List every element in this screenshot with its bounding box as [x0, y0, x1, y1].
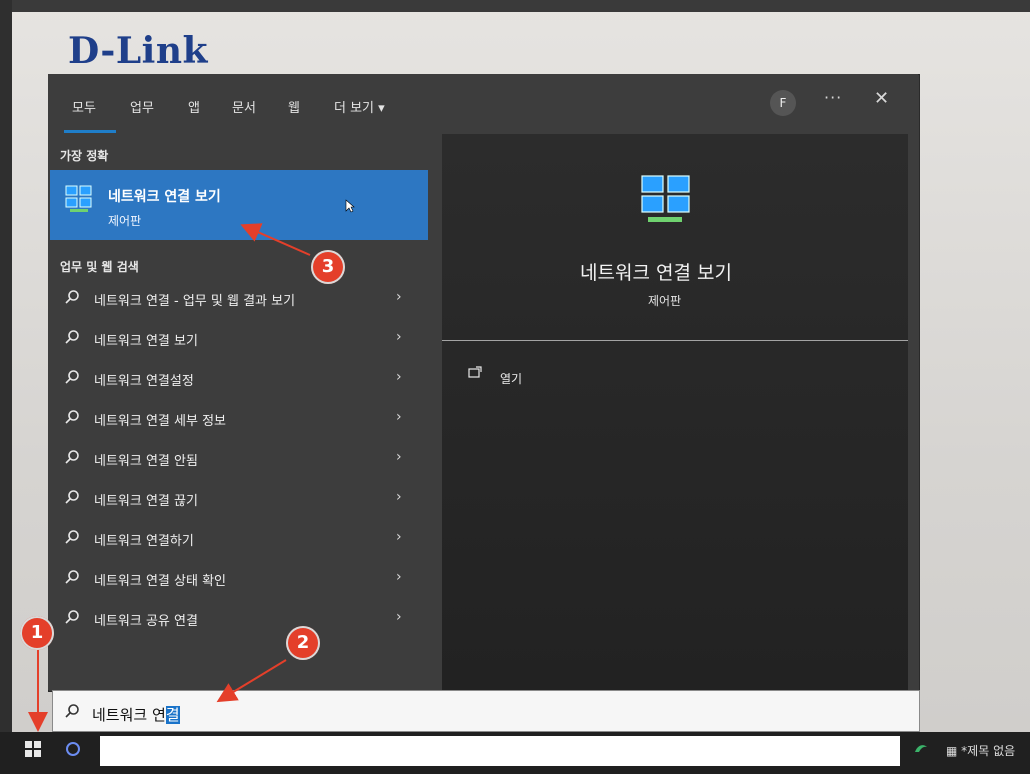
suggestion-row[interactable]: 네트워크 연결 세부 정보 ›	[50, 399, 428, 437]
suggestion-row[interactable]: 네트워크 연결 상태 확인 ›	[50, 559, 428, 597]
chevron-right-icon: ›	[396, 489, 402, 505]
suggestion-row[interactable]: 네트워크 연결 끊기 ›	[50, 479, 428, 517]
suggestion-label: 네트워크 연결설정	[94, 374, 194, 389]
chevron-right-icon: ›	[396, 609, 402, 625]
tab-web[interactable]: 웹	[288, 97, 300, 116]
suggestion-row[interactable]: 네트워크 공유 연결 ›	[50, 599, 428, 637]
search-icon	[65, 610, 79, 624]
suggestion-label: 네트워크 공유 연결	[94, 614, 198, 629]
open-icon	[468, 366, 482, 378]
suggestion-label: 네트워크 연결 - 업무 및 웹 결과 보기	[94, 294, 296, 309]
annotation-badge-3: 3	[311, 250, 345, 284]
cortana-icon[interactable]	[64, 740, 82, 758]
tab-all[interactable]: 모두	[72, 97, 96, 116]
preview-title: 네트워크 연결 보기	[580, 262, 732, 284]
mouse-cursor-icon	[345, 199, 355, 213]
windows-start-icon[interactable]	[24, 740, 42, 758]
chevron-right-icon: ›	[396, 449, 402, 465]
open-action[interactable]: 열기	[500, 370, 522, 387]
best-match-item[interactable]	[50, 170, 428, 240]
suggestion-row[interactable]: 네트워크 연결 안됨 ›	[50, 439, 428, 477]
best-match-subtitle: 제어판	[108, 214, 142, 228]
network-connections-large-icon	[641, 175, 690, 222]
tab-work[interactable]: 업무	[130, 97, 154, 116]
suggestion-row[interactable]: 네트워크 연결 보기 ›	[50, 319, 428, 357]
best-match-title: 네트워크 연결 보기	[108, 189, 221, 205]
brand-logo: D-Link	[68, 30, 208, 72]
chevron-right-icon: ›	[396, 569, 402, 585]
chevron-right-icon: ›	[396, 529, 402, 545]
tab-documents[interactable]: 문서	[232, 97, 256, 116]
notepad-label: *제목 없음	[961, 744, 1016, 758]
search-query-text: 네트워크 연	[92, 706, 166, 724]
search-icon	[65, 490, 79, 504]
suggestion-label: 네트워크 연결 세부 정보	[94, 414, 226, 429]
search-box[interactable]	[52, 690, 920, 732]
taskbar-search-bar[interactable]	[100, 736, 900, 766]
suggestion-label: 네트워크 연결하기	[94, 534, 194, 549]
notepad-icon: ▦	[946, 744, 958, 758]
search-icon	[65, 410, 79, 424]
chevron-right-icon: ›	[396, 329, 402, 345]
suggestion-label: 네트워크 연결 상태 확인	[94, 574, 226, 589]
tab-active-indicator	[64, 130, 116, 133]
annotation-badge-1: 1	[20, 616, 54, 650]
search-icon	[65, 530, 79, 544]
search-query-selected: 결	[165, 706, 180, 724]
tab-apps[interactable]: 앱	[188, 97, 200, 116]
search-icon	[65, 450, 79, 464]
preview-subtitle: 제어판	[648, 294, 682, 308]
suggestion-row[interactable]: 네트워크 연결하기 ›	[50, 519, 428, 557]
search-icon	[65, 330, 79, 344]
preview-divider	[442, 340, 908, 341]
taskbar-notepad[interactable]: ▦ *제목 없음	[946, 742, 1015, 759]
chevron-right-icon: ›	[396, 289, 402, 305]
close-icon[interactable]: ✕	[874, 88, 889, 109]
search-icon	[65, 570, 79, 584]
chevron-right-icon: ›	[396, 409, 402, 425]
monitor-left-bezel	[0, 0, 12, 774]
more-options-icon[interactable]: ···	[824, 88, 842, 107]
search-icon	[65, 370, 79, 384]
taskbar-app-icon[interactable]	[912, 740, 930, 758]
user-avatar[interactable]: F	[770, 90, 796, 116]
best-match-heading: 가장 정확	[60, 149, 109, 163]
suggestion-label: 네트워크 연결 끊기	[94, 494, 198, 509]
search-query[interactable]: 네트워크 연결	[92, 704, 180, 725]
suggestion-label: 네트워크 연결 보기	[94, 334, 198, 349]
suggestion-label: 네트워크 연결 안됨	[94, 454, 198, 469]
annotation-badge-2: 2	[286, 626, 320, 660]
tab-more[interactable]: 더 보기 ▾	[334, 97, 385, 116]
suggestion-row[interactable]: 네트워크 연결 - 업무 및 웹 결과 보기 ›	[50, 279, 428, 317]
monitor-top-bezel	[0, 0, 1030, 12]
chevron-right-icon: ›	[396, 369, 402, 385]
network-connections-icon	[65, 185, 92, 212]
suggestion-row[interactable]: 네트워크 연결설정 ›	[50, 359, 428, 397]
search-icon	[65, 290, 79, 304]
web-search-heading: 업무 및 웹 검색	[60, 260, 139, 274]
search-box-icon	[65, 704, 79, 718]
